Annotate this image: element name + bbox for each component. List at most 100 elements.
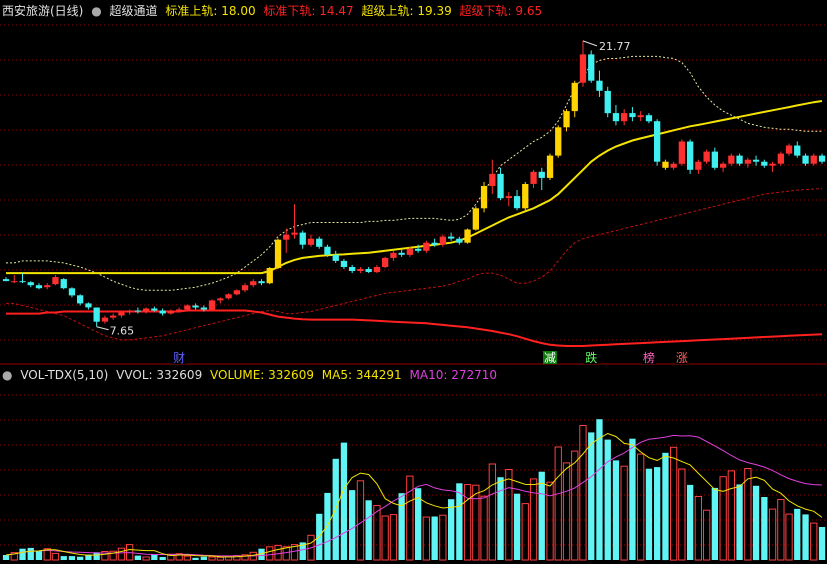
legend-super-lower: 超级下轨: 9.65 xyxy=(459,4,543,18)
volume-bars[interactable] xyxy=(2,419,826,561)
candle-body xyxy=(225,294,232,299)
volume-bar xyxy=(687,484,694,560)
candle-body xyxy=(233,290,240,295)
indicator-dot-icon: ● xyxy=(91,4,102,18)
volume-bar xyxy=(35,550,43,560)
legend-standard-lower: 标准下轨: 14.47 xyxy=(263,4,354,18)
candle-body xyxy=(27,282,34,286)
candle-body xyxy=(217,298,224,301)
event-tag[interactable]: 财 xyxy=(173,351,185,365)
volume-bar xyxy=(529,478,538,561)
event-tag[interactable]: 减 xyxy=(544,351,556,365)
volume-bar xyxy=(703,509,711,561)
standard-upper-line xyxy=(6,55,822,291)
candle-body xyxy=(324,246,331,255)
volume-ma10-line xyxy=(5,434,823,557)
volume-dot-icon: ● xyxy=(2,368,13,382)
candle-body xyxy=(736,155,743,164)
candle-body xyxy=(637,115,644,118)
candle-body xyxy=(678,141,685,164)
candle-body xyxy=(2,279,10,282)
event-tag[interactable]: 榜 xyxy=(643,350,655,365)
candle-body xyxy=(85,303,92,308)
candle-body xyxy=(645,115,653,122)
volume-bar xyxy=(389,514,398,561)
standard-lower-line xyxy=(6,188,823,341)
volume-bar xyxy=(340,442,348,560)
volume-bar xyxy=(200,556,207,560)
candle-body xyxy=(720,163,727,168)
stock-name[interactable]: 西安旅游(日线) xyxy=(2,4,83,18)
candle-body xyxy=(555,127,562,156)
volume-bar xyxy=(538,471,545,560)
price-panel-header: 西安旅游(日线) ● 超级通道 标准上轨: 18.00 标准下轨: 14.47 … xyxy=(2,4,546,18)
grid-lines xyxy=(0,24,827,546)
candle-body xyxy=(126,310,133,313)
volume-bar xyxy=(68,556,76,560)
candle-body xyxy=(176,309,183,311)
volume-bar xyxy=(480,495,488,561)
candle-body xyxy=(77,295,84,304)
candle-body xyxy=(670,163,677,168)
volume-bar xyxy=(794,508,801,560)
candlestick-series[interactable] xyxy=(2,40,826,327)
volume-bar xyxy=(571,450,579,561)
candle-body xyxy=(365,269,372,272)
candle-body xyxy=(505,196,512,199)
volume-bar xyxy=(810,522,818,561)
volume-bar xyxy=(768,508,777,561)
candle-body xyxy=(349,267,356,271)
indicator-name[interactable]: 超级通道 xyxy=(110,4,158,18)
volume-bar xyxy=(349,490,356,560)
volume-bar xyxy=(373,505,381,561)
candle-body xyxy=(818,155,826,162)
volume-indicator-name[interactable]: VOL-TDX(5,10) xyxy=(20,368,108,382)
event-tag[interactable]: 跌 xyxy=(585,350,597,365)
event-tag[interactable]: 涨 xyxy=(676,350,688,365)
volume-bar xyxy=(670,446,678,561)
volume-bar xyxy=(208,556,216,561)
candle-body xyxy=(794,145,801,156)
candle-body xyxy=(530,171,537,184)
stock-chart-canvas[interactable]: 21.77 7.65 财 减 跌 榜 涨 xyxy=(0,0,827,564)
volume-bar xyxy=(620,465,628,561)
candle-body xyxy=(538,171,545,178)
candle-body xyxy=(266,268,273,284)
candle-body xyxy=(654,121,661,162)
candle-body xyxy=(283,234,290,240)
candle-body xyxy=(563,111,570,128)
event-tags[interactable]: 财减跌榜涨 xyxy=(172,350,689,365)
super-upper-line xyxy=(6,100,823,275)
volume-bar xyxy=(51,552,60,561)
volume-bar xyxy=(802,514,809,560)
volume-bar xyxy=(422,516,431,561)
low-pointer xyxy=(96,326,109,331)
volume-bar xyxy=(266,546,274,561)
candle-body xyxy=(579,54,587,83)
candle-body xyxy=(19,281,26,283)
candle-body xyxy=(35,285,43,289)
candle-body xyxy=(687,141,694,170)
volume-bar xyxy=(439,514,447,561)
low-price-label: 7.65 xyxy=(110,325,134,338)
candle-body xyxy=(101,317,109,322)
volume-bar xyxy=(381,515,389,561)
candle-body xyxy=(316,238,323,247)
candle-body xyxy=(761,161,768,166)
candle-body xyxy=(93,307,100,322)
candle-body xyxy=(291,232,298,235)
volume-bar xyxy=(662,452,669,561)
candle-body xyxy=(151,308,158,311)
candle-body xyxy=(448,236,455,239)
candle-body xyxy=(423,242,430,251)
candle-body xyxy=(299,232,306,245)
volume-bar xyxy=(694,496,703,561)
volume-bar xyxy=(629,438,636,560)
candle-body xyxy=(489,173,496,186)
candle-body xyxy=(52,277,59,285)
volume-bar xyxy=(588,432,595,560)
candle-body xyxy=(777,153,784,164)
candle-body xyxy=(522,184,529,209)
candle-body xyxy=(307,238,315,245)
volume-bar xyxy=(406,475,414,561)
